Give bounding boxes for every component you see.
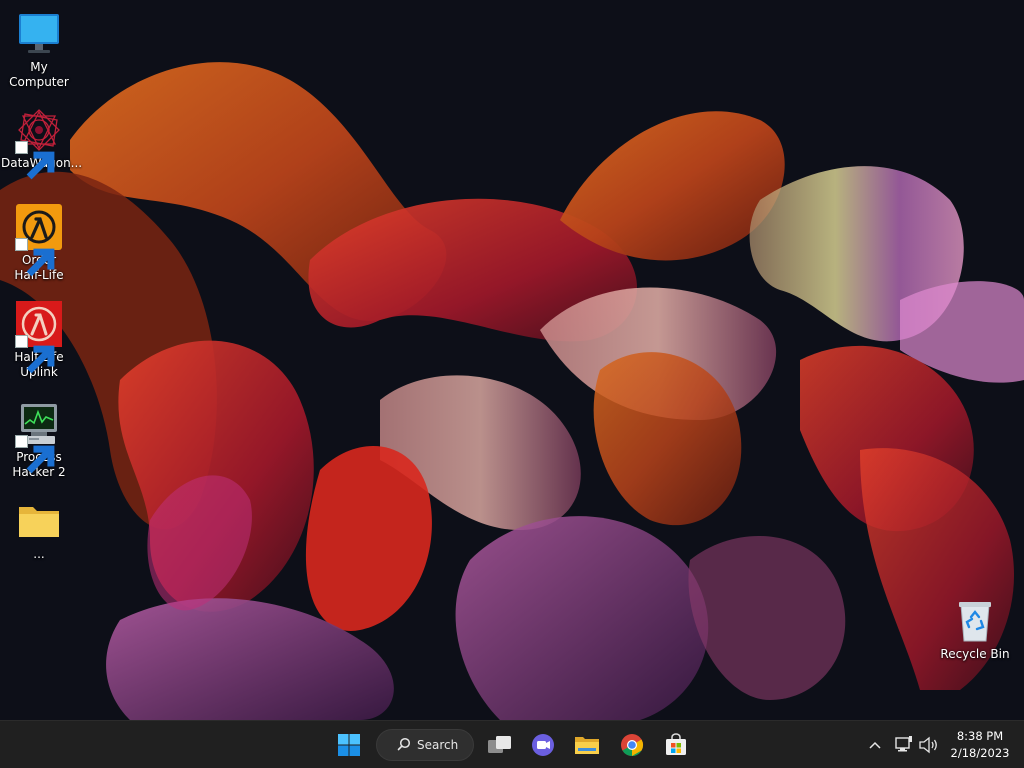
file-explorer-icon: [574, 734, 600, 756]
desktop-icon-datawagon[interactable]: DataWagon...: [1, 106, 82, 180]
desktop-icon-recycle-bin[interactable]: Recycle Bin: [937, 597, 1013, 662]
desktop-icon-half-life-uplink[interactable]: Half-Life Uplink: [1, 300, 77, 380]
desktop-icon-label: My Computer: [9, 60, 69, 89]
half-life-orange-icon: [15, 203, 63, 277]
half-life-red-icon: [15, 300, 63, 374]
wallpaper: [0, 0, 1024, 720]
file-explorer-button[interactable]: [570, 728, 604, 762]
taskbar: Search 8:38 PM 2/18/2023: [0, 720, 1024, 768]
desktop-icon-my-computer[interactable]: My Computer: [1, 10, 77, 90]
shortcut-arrow-icon: [15, 435, 55, 474]
volume-icon[interactable]: [918, 735, 940, 759]
taskbar-clock[interactable]: 8:38 PM 2/18/2023: [944, 728, 1016, 762]
task-view-icon: [487, 734, 513, 756]
search-icon: [397, 737, 417, 754]
clock-time: 8:38 PM: [956, 729, 1004, 743]
task-view-button[interactable]: [483, 728, 517, 762]
shortcut-arrow-icon: [15, 335, 55, 374]
desktop-icon-process-hacker[interactable]: Process Hacker 2: [1, 400, 77, 480]
start-icon: [337, 733, 361, 757]
desktop-icon-label: Recycle Bin: [940, 647, 1010, 661]
folder-icon: [15, 497, 63, 545]
shortcut-arrow-icon: [15, 141, 55, 180]
desktop: My Computer DataWagon... Order Half-Life…: [0, 0, 1024, 720]
microsoft-store-icon: [664, 733, 688, 757]
monitor-icon: [15, 10, 63, 58]
teams-chat-icon: [530, 732, 556, 758]
show-hidden-icons-chevron[interactable]: [868, 735, 882, 759]
datawagon-icon: [15, 106, 63, 180]
recycle-bin-icon: [951, 597, 999, 645]
desktop-icon-folder[interactable]: ...: [1, 497, 77, 562]
desktop-icon-label: ...: [33, 547, 45, 561]
chrome-icon: [620, 733, 644, 757]
search-label: Search: [417, 738, 459, 752]
chrome-button[interactable]: [615, 728, 649, 762]
process-hacker-icon: [15, 400, 63, 474]
desktop-icon-order-half-life[interactable]: Order Half-Life: [1, 203, 77, 283]
clock-date: 2/18/2023: [950, 746, 1010, 760]
chat-button[interactable]: [526, 728, 560, 762]
network-icon[interactable]: [894, 735, 914, 759]
start-button[interactable]: [332, 728, 366, 762]
shortcut-arrow-icon: [15, 238, 55, 277]
microsoft-store-button[interactable]: [659, 728, 693, 762]
taskbar-search-box[interactable]: Search: [376, 729, 474, 761]
